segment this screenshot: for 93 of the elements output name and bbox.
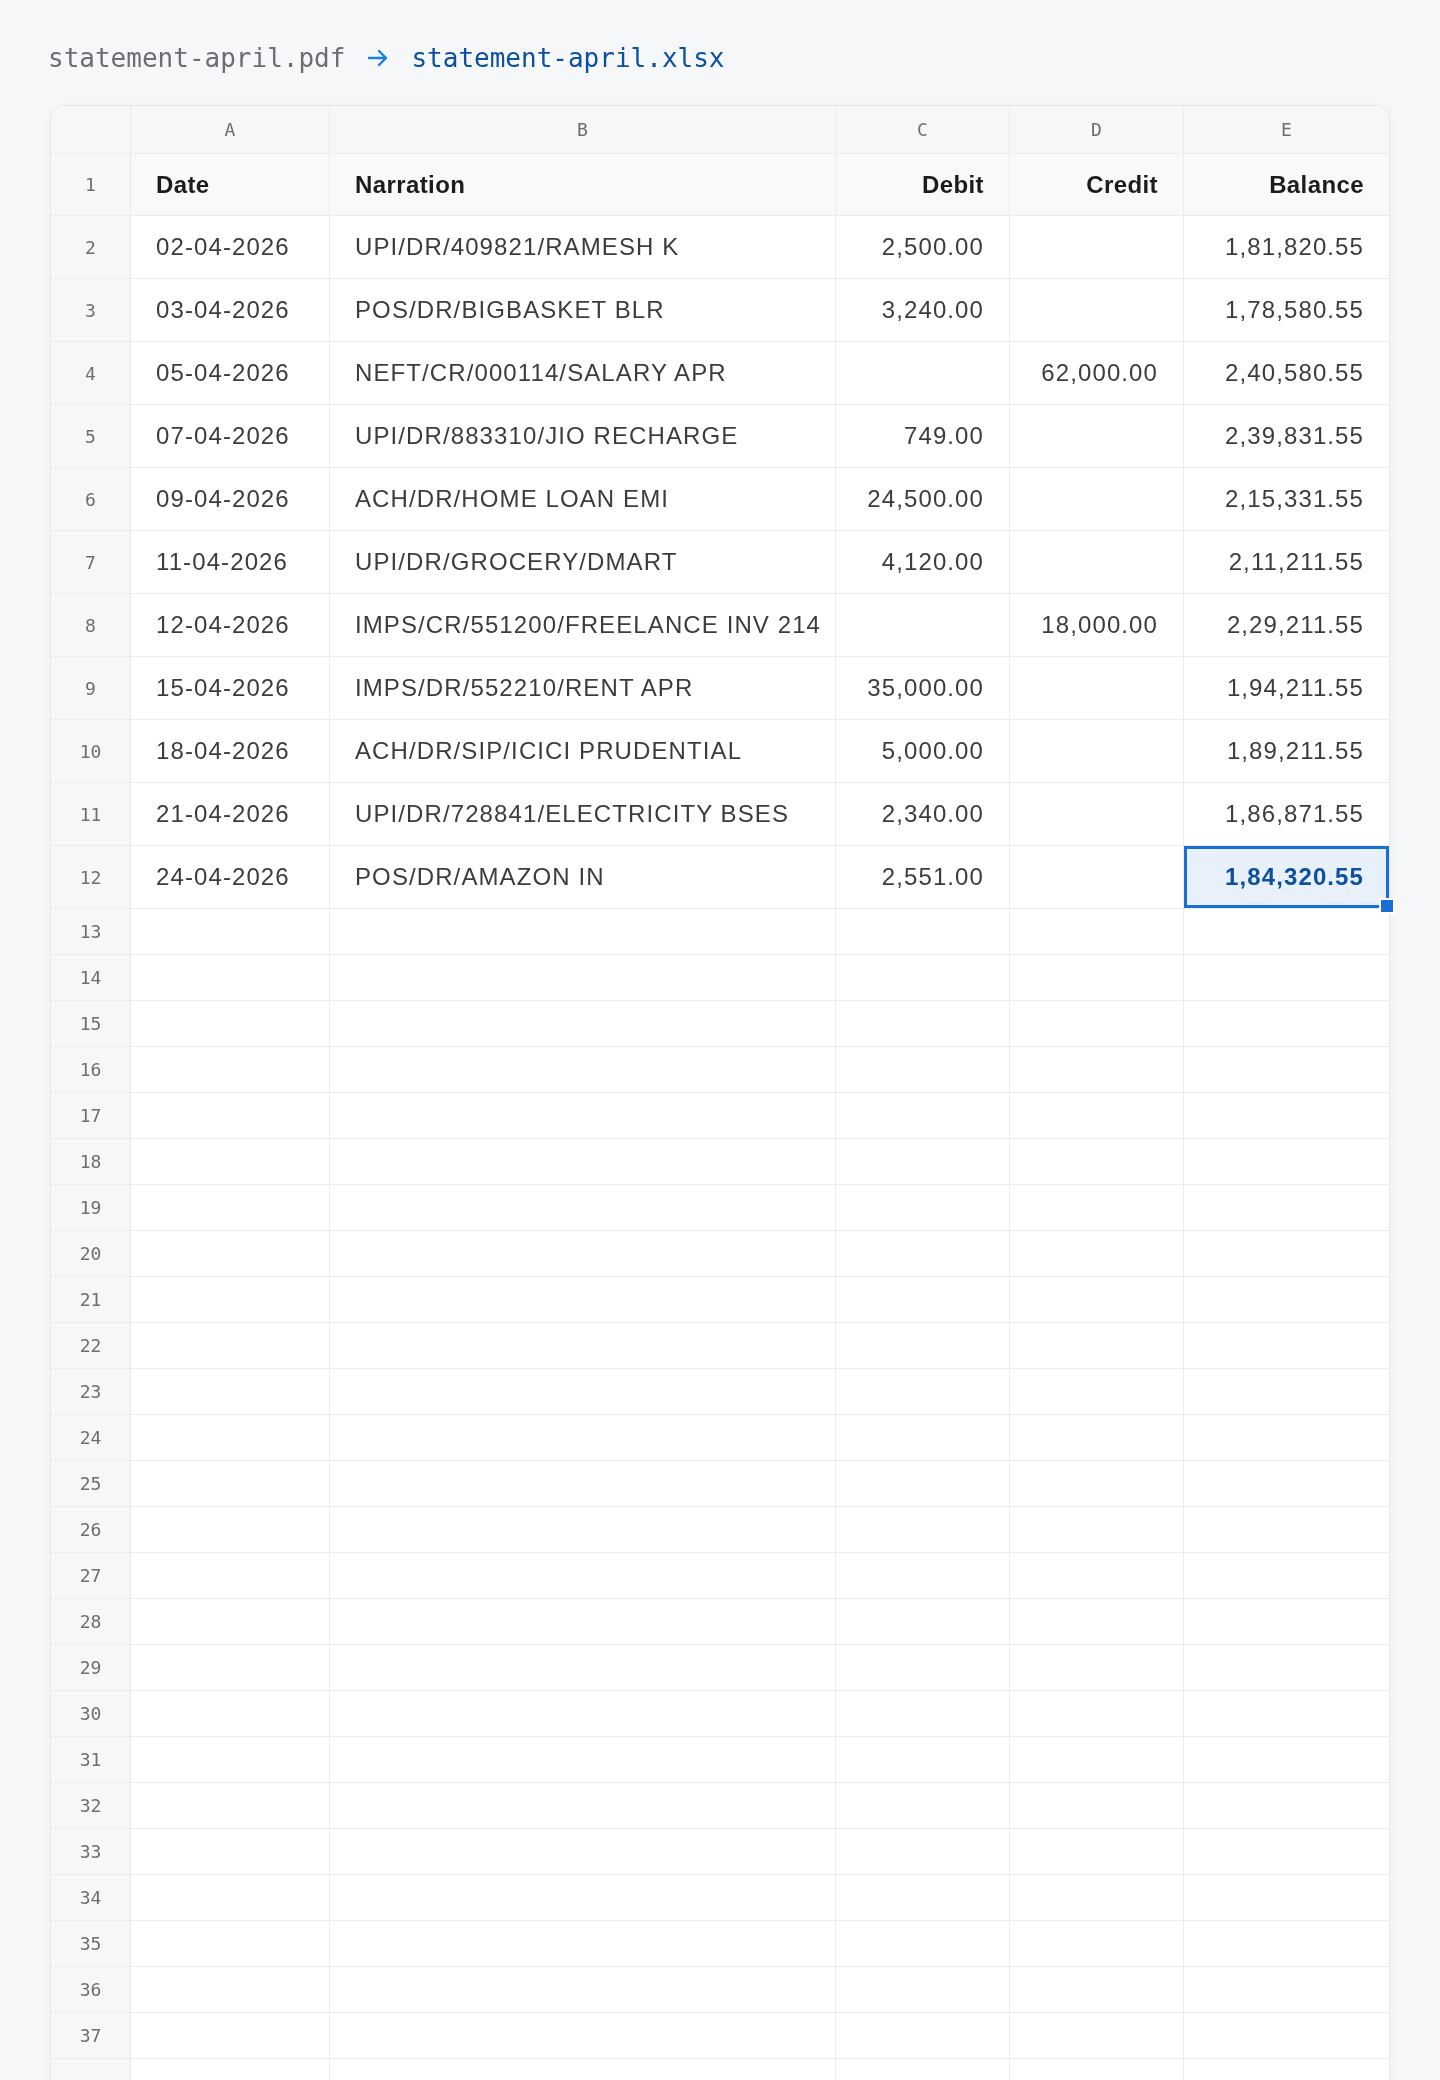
row-number[interactable]: 21 <box>51 1277 131 1322</box>
row-number[interactable]: 24 <box>51 1415 131 1460</box>
row-number[interactable]: 19 <box>51 1185 131 1230</box>
row-number[interactable]: 17 <box>51 1093 131 1138</box>
table-cell-text: 1,78,580.55 <box>1224 295 1365 325</box>
row-number[interactable]: 30 <box>51 1691 131 1736</box>
arrow-icon <box>367 49 390 67</box>
table-cell: 21-04-2026 <box>131 783 330 845</box>
table-cell: 35,000.00 <box>836 657 1010 719</box>
table-cell-text: 1,94,211.55 <box>1225 673 1365 703</box>
table-cell: ACH/DR/SIP/ICICI PRUDENTIAL <box>330 720 836 782</box>
table-cell-text: 2,15,331.55 <box>1224 484 1365 514</box>
row-number[interactable]: 26 <box>51 1507 131 1552</box>
row-number[interactable]: 6 <box>51 468 131 530</box>
table-cell: UPI/DR/GROCERY/DMART <box>330 531 836 593</box>
table-cell: 5,000.00 <box>836 720 1010 782</box>
table-cell: ACH/DR/HOME LOAN EMI <box>330 468 836 530</box>
table-cell: IMPS/DR/552210/RENT APR <box>330 657 836 719</box>
table-cell: IMPS/CR/551200/FREELANCE INV 214 <box>330 594 836 656</box>
table-cell-text: 1,81,820.55 <box>1224 232 1365 262</box>
row-number[interactable]: 4 <box>51 342 131 404</box>
table-cell: UPI/DR/883310/JIO RECHARGE <box>330 405 836 467</box>
table-cell: 11-04-2026 <box>131 531 330 593</box>
table-cell: UPI/DR/728841/ELECTRICITY BSES <box>330 783 836 845</box>
row-number[interactable]: 14 <box>51 955 131 1000</box>
row-number[interactable]: 23 <box>51 1369 131 1414</box>
row-number[interactable]: 32 <box>51 1783 131 1828</box>
table-cell-text: 2,39,831.55 <box>1224 421 1365 451</box>
table-cell: 2,551.00 <box>836 846 1010 908</box>
table-cell-text: 1,89,211.55 <box>1225 736 1365 766</box>
target-filename: statement-april.xlsx <box>411 43 725 73</box>
column-header[interactable]: D <box>1010 106 1184 153</box>
table-cell: 2,500.00 <box>836 216 1010 278</box>
table-cell: 3,240.00 <box>836 279 1010 341</box>
row-number[interactable]: 3 <box>51 279 131 341</box>
row-number[interactable]: 34 <box>51 1875 131 1920</box>
row-number[interactable]: 33 <box>51 1829 131 1874</box>
row-number[interactable]: 15 <box>51 1001 131 1046</box>
row-number[interactable]: 12 <box>51 846 131 908</box>
row-number[interactable]: 27 <box>51 1553 131 1598</box>
row-number[interactable]: 13 <box>51 909 131 954</box>
row-number[interactable]: 2 <box>51 216 131 278</box>
table-cell-text: 1,86,871.55 <box>1224 799 1365 829</box>
table-cell: 12-04-2026 <box>131 594 330 656</box>
table-cell: 02-04-2026 <box>131 216 330 278</box>
row-number[interactable]: 35 <box>51 1921 131 1966</box>
row-number[interactable]: 8 <box>51 594 131 656</box>
table-cell: 24-04-2026 <box>131 846 330 908</box>
table-cell: NEFT/CR/000114/SALARY APR <box>330 342 836 404</box>
table-cell: POS/DR/BIGBASKET BLR <box>330 279 836 341</box>
table-cell: 07-04-2026 <box>131 405 330 467</box>
row-number[interactable]: 25 <box>51 1461 131 1506</box>
table-cell: POS/DR/AMAZON IN <box>330 846 836 908</box>
table-cell: 4,120.00 <box>836 531 1010 593</box>
row-number[interactable]: 22 <box>51 1323 131 1368</box>
table-cell: 03-04-2026 <box>131 279 330 341</box>
table-cell: 05-04-2026 <box>131 342 330 404</box>
row-number[interactable]: 5 <box>51 405 131 467</box>
header-cell: Date <box>131 154 330 215</box>
header-cell-text: Balance <box>1268 169 1365 200</box>
table-cell-text: 2,40,580.55 <box>1224 358 1365 388</box>
table-cell: 62,000.00 <box>1010 342 1184 404</box>
row-number[interactable]: 11 <box>51 783 131 845</box>
table-cell: 15-04-2026 <box>131 657 330 719</box>
row-number[interactable]: 7 <box>51 531 131 593</box>
row-number[interactable]: 31 <box>51 1737 131 1782</box>
row-number[interactable]: 16 <box>51 1047 131 1092</box>
table-cell: 749.00 <box>836 405 1010 467</box>
column-header[interactable]: B <box>330 106 836 153</box>
row-number[interactable]: 10 <box>51 720 131 782</box>
header-cell: Debit <box>836 154 1010 215</box>
row-number[interactable]: 18 <box>51 1139 131 1184</box>
row-number[interactable]: 20 <box>51 1231 131 1276</box>
table-cell: 18,000.00 <box>1010 594 1184 656</box>
column-header[interactable]: C <box>836 106 1010 153</box>
table-cell: 2,340.00 <box>836 783 1010 845</box>
table-cell: 09-04-2026 <box>131 468 330 530</box>
row-number[interactable]: 9 <box>51 657 131 719</box>
header-cell: Credit <box>1010 154 1184 215</box>
column-header[interactable]: E <box>1184 106 1389 153</box>
row-number[interactable]: 28 <box>51 1599 131 1644</box>
header-cell: Narration <box>330 154 836 215</box>
table-cell: 18-04-2026 <box>131 720 330 782</box>
row-number[interactable]: 36 <box>51 1967 131 2012</box>
table-cell-text: 2,11,211.55 <box>1227 547 1365 577</box>
column-header[interactable]: A <box>131 106 330 153</box>
fill-handle[interactable] <box>1379 898 1395 914</box>
row-number[interactable]: 37 <box>51 2013 131 2058</box>
table-cell-text: 2,29,211.55 <box>1225 610 1365 640</box>
row-number[interactable]: 29 <box>51 1645 131 1690</box>
source-filename: statement-april.pdf <box>48 43 346 73</box>
table-cell: 24,500.00 <box>836 468 1010 530</box>
table-cell: UPI/DR/409821/RAMESH K <box>330 216 836 278</box>
